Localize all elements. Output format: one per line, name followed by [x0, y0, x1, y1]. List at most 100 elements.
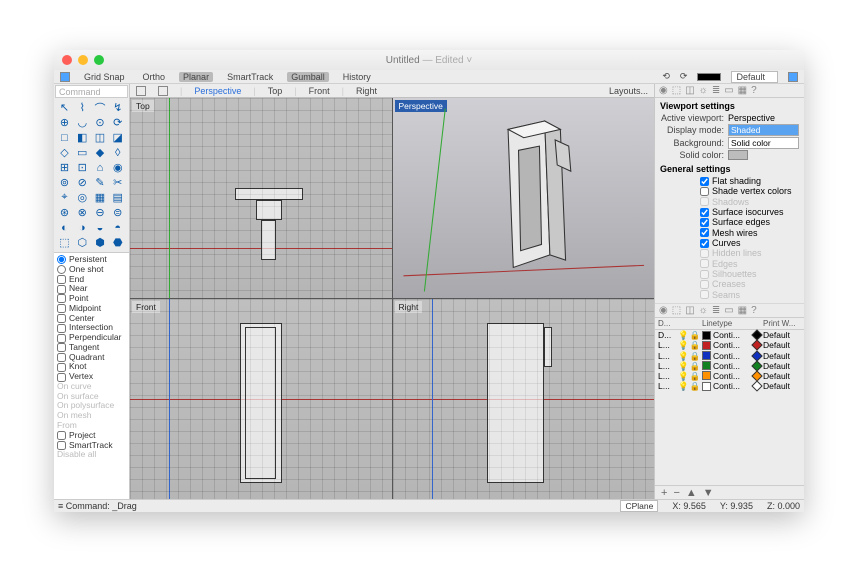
vp-layout-icon[interactable] — [136, 86, 146, 96]
tool-button-34[interactable]: ◒ — [92, 220, 109, 235]
layer-row[interactable]: L...💡🔒Conti...Default — [655, 351, 804, 361]
eye-icon[interactable]: ◉ — [659, 85, 668, 96]
color-swatch[interactable] — [697, 73, 721, 81]
tb-smarttrack[interactable]: SmartTrack — [223, 72, 277, 82]
camera-icon[interactable]: ◫ — [685, 85, 694, 96]
tool-button-8[interactable]: □ — [56, 130, 73, 145]
command-input[interactable]: Command — [55, 85, 128, 98]
layer-down-button[interactable]: ▼ — [703, 487, 714, 499]
layer-row[interactable]: L...💡🔒Conti...Default — [655, 361, 804, 371]
tab-front[interactable]: Front — [309, 86, 330, 96]
viewport-right[interactable]: Right — [393, 299, 655, 499]
monitor-icon[interactable]: ▭ — [724, 305, 733, 316]
tool-button-32[interactable]: ◐ — [56, 220, 73, 235]
tb-ortho[interactable]: Ortho — [139, 72, 170, 82]
tool-button-22[interactable]: ✎ — [92, 175, 109, 190]
setting-curves[interactable]: Curves — [700, 238, 799, 248]
cplane-button[interactable]: CPlane — [620, 500, 658, 512]
cube-icon[interactable]: ⬚ — [672, 85, 681, 96]
tool-button-6[interactable]: ⊙ — [92, 115, 109, 130]
add-layer-button[interactable]: + — [661, 487, 667, 499]
layers-icon[interactable]: ≣ — [712, 85, 720, 96]
setting-mesh-wires[interactable]: Mesh wires — [700, 228, 799, 238]
tab-perspective[interactable]: Perspective — [194, 86, 241, 96]
viewport-perspective[interactable]: Perspective — [393, 98, 655, 298]
tool-button-1[interactable]: ⌇ — [74, 100, 91, 115]
tool-button-20[interactable]: ⊚ — [56, 175, 73, 190]
tool-button-15[interactable]: ◊ — [109, 145, 126, 160]
grid-icon[interactable]: ▦ — [738, 85, 747, 96]
tool-button-3[interactable]: ↯ — [109, 100, 126, 115]
camera-icon[interactable]: ◫ — [685, 305, 694, 316]
tool-button-19[interactable]: ◉ — [109, 160, 126, 175]
tool-button-26[interactable]: ▦ — [92, 190, 109, 205]
tool-button-23[interactable]: ✂ — [109, 175, 126, 190]
display-mode-select[interactable]: Shaded — [728, 124, 799, 136]
sun-icon[interactable]: ☼ — [699, 85, 708, 96]
tool-button-29[interactable]: ⊗ — [74, 205, 91, 220]
tool-button-12[interactable]: ◇ — [56, 145, 73, 160]
osnap-end[interactable]: End — [57, 275, 126, 285]
background-select[interactable]: Solid color — [728, 137, 799, 149]
monitor-icon[interactable]: ▭ — [724, 85, 733, 96]
undo-icon[interactable]: ⟲ — [662, 71, 670, 82]
osnap-oneshot[interactable]: One shot — [57, 265, 126, 275]
tool-button-39[interactable]: ⬣ — [109, 235, 126, 250]
tool-button-33[interactable]: ◑ — [74, 220, 91, 235]
layer-row[interactable]: L...💡🔒Conti...Default — [655, 340, 804, 350]
redo-icon[interactable]: ⟳ — [680, 71, 688, 82]
right-panel-toggle-icon[interactable] — [788, 72, 798, 82]
tool-button-35[interactable]: ◓ — [109, 220, 126, 235]
tool-button-4[interactable]: ⊕ — [56, 115, 73, 130]
tool-button-5[interactable]: ◡ — [74, 115, 91, 130]
eye-icon[interactable]: ◉ — [659, 305, 668, 316]
tool-button-18[interactable]: ⌂ — [92, 160, 109, 175]
help-icon[interactable]: ? — [751, 305, 757, 316]
solid-color-swatch[interactable] — [728, 150, 748, 160]
tool-button-7[interactable]: ⟳ — [109, 115, 126, 130]
tool-button-0[interactable]: ↖ — [56, 100, 73, 115]
tool-button-37[interactable]: ⬡ — [74, 235, 91, 250]
osnap-near[interactable]: Near — [57, 284, 126, 294]
tool-button-38[interactable]: ⬢ — [92, 235, 109, 250]
tool-button-13[interactable]: ▭ — [74, 145, 91, 160]
tool-button-31[interactable]: ⊜ — [109, 205, 126, 220]
layer-row[interactable]: L...💡🔒Conti...Default — [655, 381, 804, 391]
layers-icon[interactable]: ≣ — [712, 305, 720, 316]
tab-top[interactable]: Top — [268, 86, 283, 96]
setting-surface-isocurves[interactable]: Surface isocurves — [700, 207, 799, 217]
cube-icon[interactable]: ⬚ — [672, 305, 681, 316]
tab-right[interactable]: Right — [356, 86, 377, 96]
tb-history[interactable]: History — [339, 72, 375, 82]
setting-flat-shading[interactable]: Flat shading — [700, 176, 799, 186]
viewport-top[interactable]: Top — [130, 98, 392, 298]
tool-button-9[interactable]: ◧ — [74, 130, 91, 145]
setting-shade-vertex-colors[interactable]: Shade vertex colors — [700, 186, 799, 196]
layer-select[interactable]: Default — [731, 71, 778, 83]
tb-planar[interactable]: Planar — [179, 72, 213, 82]
viewport-front[interactable]: Front — [130, 299, 392, 499]
tool-button-2[interactable]: ⌒ — [92, 100, 109, 115]
tool-button-10[interactable]: ◫ — [92, 130, 109, 145]
tool-button-27[interactable]: ▤ — [109, 190, 126, 205]
remove-layer-button[interactable]: − — [673, 487, 679, 499]
tool-button-11[interactable]: ◪ — [109, 130, 126, 145]
tool-button-16[interactable]: ⊞ — [56, 160, 73, 175]
tool-button-36[interactable]: ⬚ — [56, 235, 73, 250]
tb-gumball[interactable]: Gumball — [287, 72, 329, 82]
tool-button-14[interactable]: ◆ — [92, 145, 109, 160]
tool-button-28[interactable]: ⊛ — [56, 205, 73, 220]
tool-button-21[interactable]: ⊘ — [74, 175, 91, 190]
tool-button-17[interactable]: ⊡ — [74, 160, 91, 175]
sun-icon[interactable]: ☼ — [699, 305, 708, 316]
layer-row[interactable]: L...💡🔒Conti...Default — [655, 371, 804, 381]
vp-single-icon[interactable] — [158, 86, 168, 96]
help-icon[interactable]: ? — [751, 85, 757, 96]
osnap-quadrant[interactable]: Quadrant — [57, 353, 126, 363]
tool-button-30[interactable]: ⊖ — [92, 205, 109, 220]
layer-up-button[interactable]: ▲ — [686, 487, 697, 499]
layer-row[interactable]: D...💡🔒Conti...Default — [655, 330, 804, 340]
tool-button-25[interactable]: ◎ — [74, 190, 91, 205]
tool-button-24[interactable]: ⌖ — [56, 190, 73, 205]
setting-surface-edges[interactable]: Surface edges — [700, 217, 799, 227]
